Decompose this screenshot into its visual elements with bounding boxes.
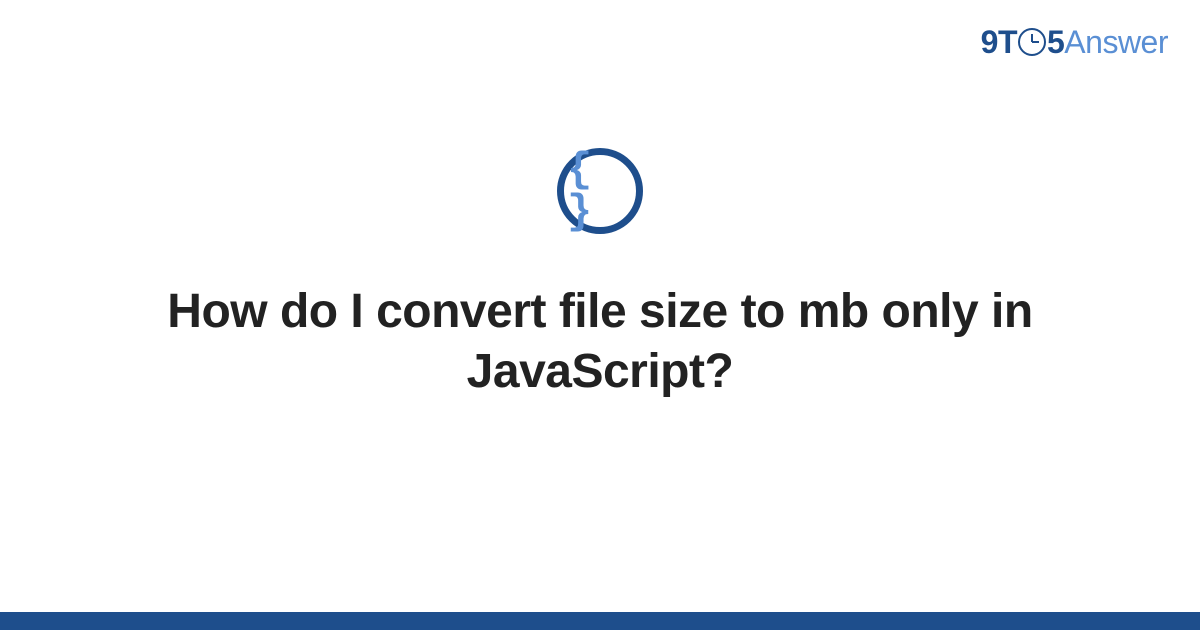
main-content: { } How do I convert file size to mb onl… — [0, 0, 1200, 630]
category-badge: { } — [557, 148, 643, 234]
footer-accent-bar — [0, 612, 1200, 630]
question-title: How do I convert file size to mb only in… — [120, 282, 1080, 402]
code-braces-icon: { } — [567, 149, 639, 233]
